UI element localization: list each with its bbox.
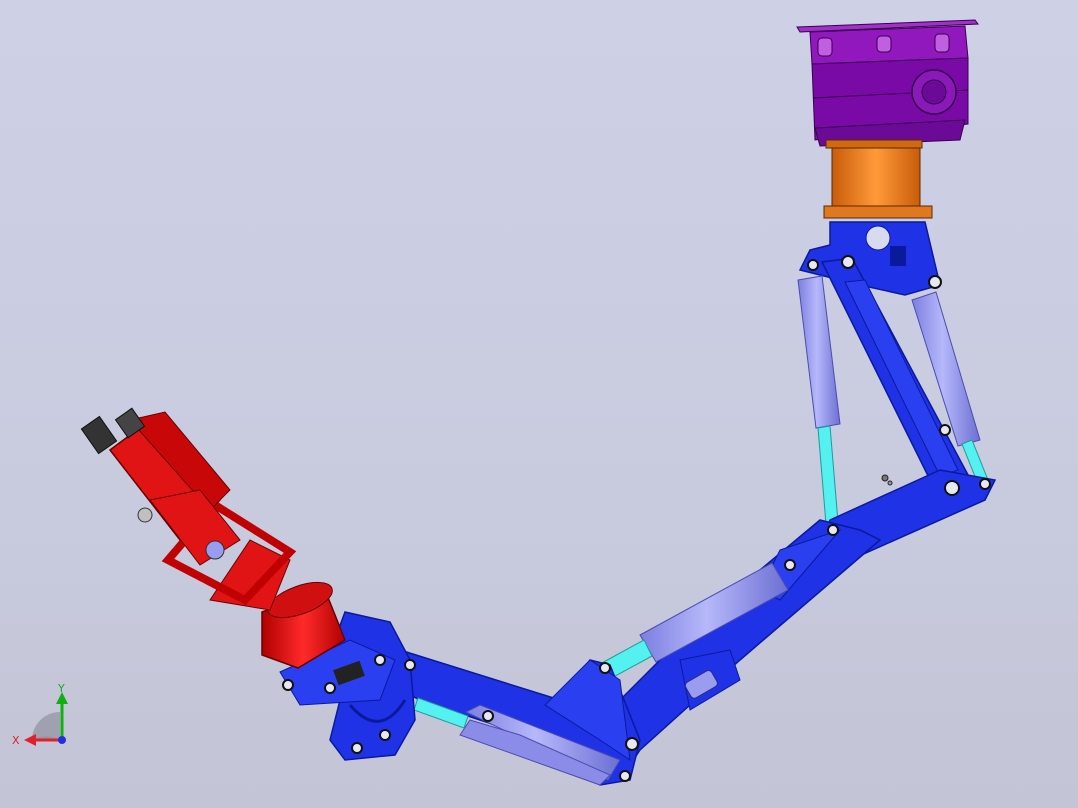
damper-unit[interactable] [679,649,741,711]
x-axis-label: X [12,734,20,747]
small-screw [881,474,893,486]
rotary-bearing[interactable] [823,139,933,219]
forearm-link[interactable] [589,469,997,781]
y-axis-label: Y [57,682,65,695]
gripper-end-effector[interactable] [80,407,346,669]
orientation-triad: Y X [12,682,68,747]
z-axis [58,736,66,744]
base-mount[interactable] [796,19,979,147]
cad-viewport[interactable] [0,0,1078,808]
upper-cylinder-left[interactable] [797,275,841,525]
